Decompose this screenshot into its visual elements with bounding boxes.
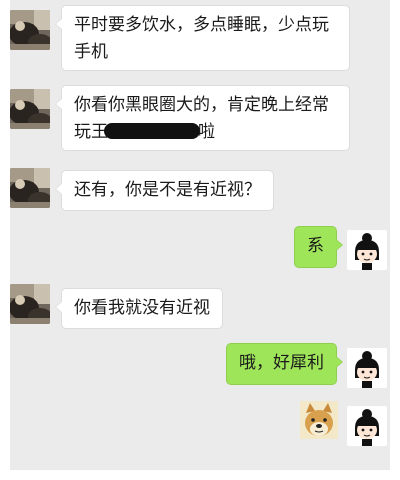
doge-sticker-icon[interactable]: [300, 401, 338, 439]
outgoing-message-bubble[interactable]: 系: [294, 226, 343, 268]
message-row: 平时要多饮水，多点睡眠，少点玩 手机: [10, 0, 390, 80]
message-row: 还有，你是不是有近视？: [10, 164, 390, 220]
message-text: 手机: [74, 42, 108, 62]
message-text: 你看我就没有近视: [74, 298, 210, 318]
outgoing-message-bubble[interactable]: 哦，好犀利: [226, 343, 343, 385]
message-text: 系: [307, 236, 324, 256]
incoming-message-bubble[interactable]: 你看你黑眼圈大的，肯定晚上经常 玩王 啦: [55, 85, 350, 151]
cartoon-girl-avatar-icon[interactable]: [347, 406, 387, 446]
redaction-mark: [104, 123, 200, 139]
message-text: 平时要多饮水，多点睡眠，少点玩: [74, 15, 329, 35]
message-row: [10, 394, 390, 454]
message-text-part: 玩王: [74, 122, 108, 142]
message-row: 你看你黑眼圈大的，肯定晚上经常 玩王 啦: [10, 80, 390, 164]
message-row: 你看我就没有近视: [10, 280, 390, 336]
message-row: 哦，好犀利: [10, 336, 390, 394]
cartoon-girl-avatar-icon[interactable]: [347, 348, 387, 388]
chat-window: 平时要多饮水，多点睡眠，少点玩 手机 你看你黑眼圈大的，肯定晚上经常 玩王 啦 还…: [10, 0, 390, 470]
contact-avatar-icon[interactable]: [10, 284, 50, 324]
contact-avatar-icon[interactable]: [10, 168, 50, 208]
contact-avatar-icon[interactable]: [10, 89, 50, 129]
message-text: 哦，好犀利: [239, 353, 324, 373]
message-text-part: 啦: [198, 122, 215, 142]
cartoon-girl-avatar-icon[interactable]: [347, 230, 387, 270]
incoming-message-bubble[interactable]: 平时要多饮水，多点睡眠，少点玩 手机: [55, 5, 350, 71]
message-text: 还有，你是不是有近视？: [74, 180, 261, 200]
incoming-message-bubble[interactable]: 还有，你是不是有近视？: [55, 170, 274, 211]
message-text: 玩王 啦: [74, 119, 337, 146]
message-text: 你看你黑眼圈大的，肯定晚上经常: [74, 95, 329, 115]
contact-avatar-icon[interactable]: [10, 10, 50, 50]
incoming-message-bubble[interactable]: 你看我就没有近视: [55, 288, 223, 329]
message-row: 系: [10, 220, 390, 280]
